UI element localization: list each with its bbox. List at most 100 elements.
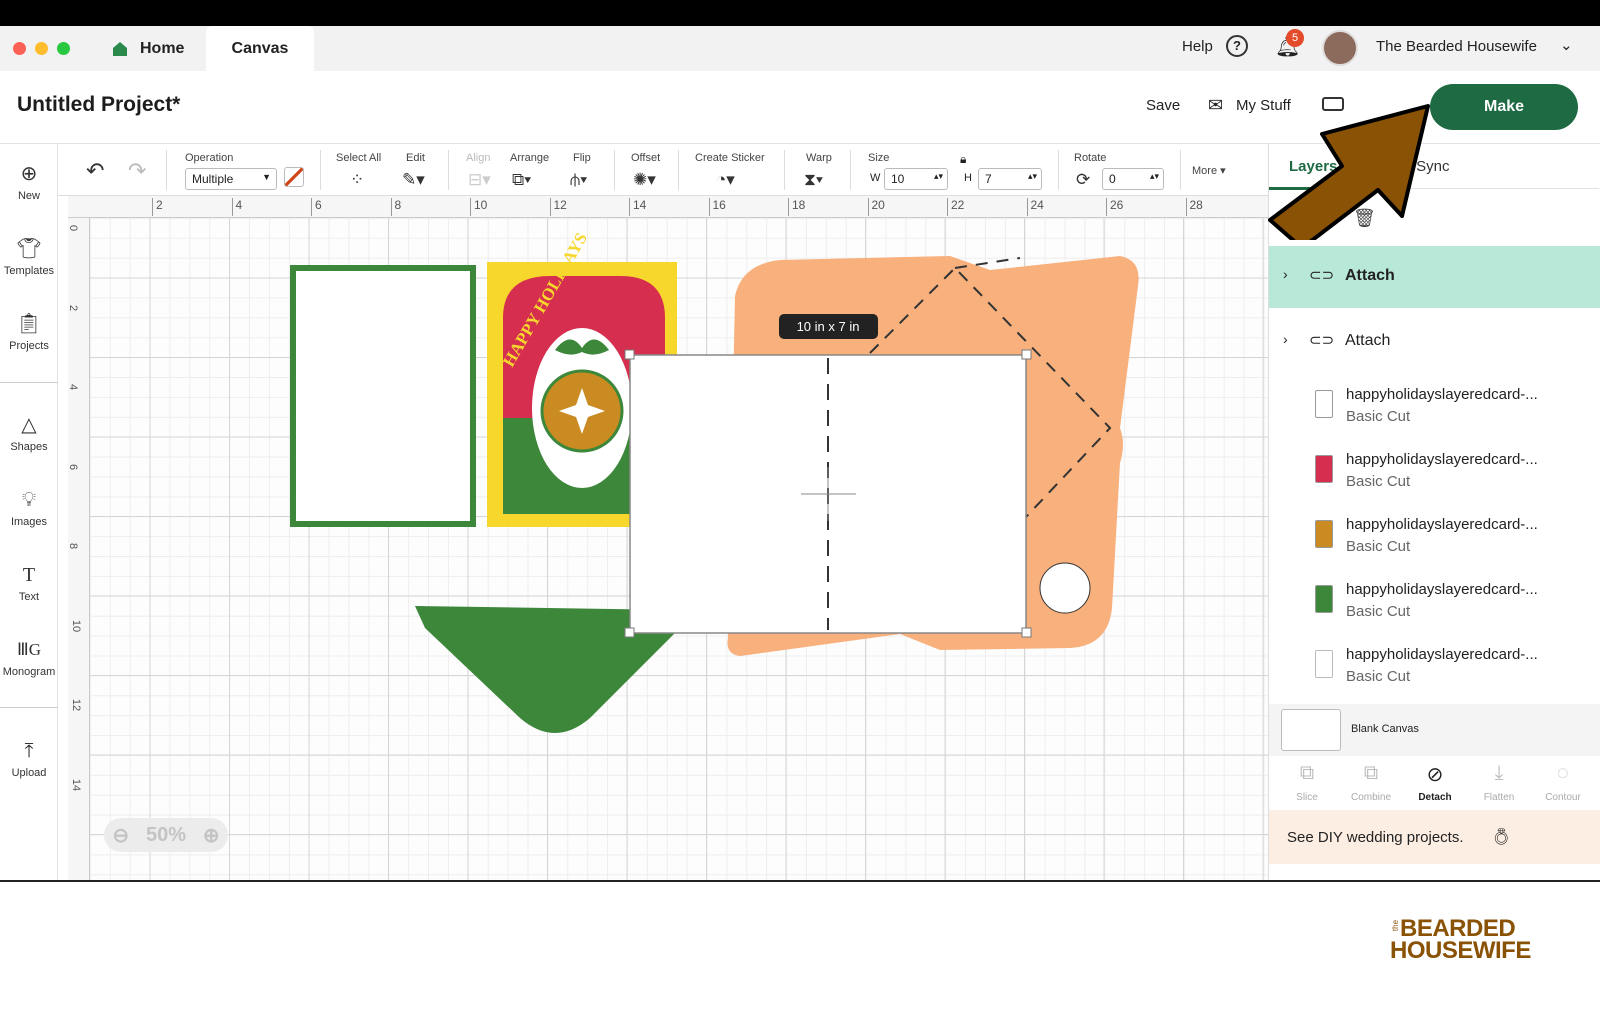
ruler-top-tick: 2 bbox=[152, 198, 163, 216]
flatten-icon[interactable]: ⤓ bbox=[1467, 762, 1531, 785]
undo-icon[interactable]: ↶ bbox=[86, 158, 104, 184]
chevron-down-icon[interactable]: ⌄ bbox=[1560, 36, 1573, 54]
redo-icon[interactable]: ↷ bbox=[128, 158, 146, 184]
zoom-in-icon[interactable]: ⊕ bbox=[203, 823, 220, 848]
help-link[interactable]: Help bbox=[1182, 38, 1213, 55]
layer-group-row[interactable]: › ⊂⊃ Attach bbox=[1269, 246, 1600, 308]
layer-thumbnail bbox=[1315, 390, 1333, 418]
warp-label: Warp bbox=[806, 152, 832, 164]
ruler-left-tick: 14 bbox=[70, 778, 83, 791]
offset-icon[interactable]: ✺▾ bbox=[633, 170, 656, 190]
sidebar-item-shapes[interactable]: △ Shapes bbox=[0, 413, 58, 453]
arrange-icon[interactable]: ⧉▾ bbox=[512, 170, 531, 190]
sidebar-item-images[interactable]: 💡︎ Images bbox=[0, 488, 58, 528]
tab-home[interactable]: Home bbox=[100, 26, 204, 71]
watermark-small: the bbox=[1391, 919, 1401, 932]
arrow-shape bbox=[1268, 104, 1430, 240]
operation-dropdown[interactable]: Multiple ▼ bbox=[185, 168, 277, 190]
blank-canvas-swatch[interactable] bbox=[1281, 709, 1341, 751]
zoom-level: 50% bbox=[145, 823, 187, 846]
layer-row[interactable]: happyholidayslayeredcard-... Basic Cut bbox=[1269, 514, 1600, 572]
rotate-icon: ⟳ bbox=[1076, 170, 1091, 189]
minimize-window-button[interactable] bbox=[35, 42, 48, 55]
stepper-icon[interactable]: ▴▾ bbox=[1150, 171, 1159, 182]
ruler-top-tick: 28 bbox=[1185, 198, 1203, 216]
zoom-out-icon[interactable]: ⊖ bbox=[112, 823, 129, 848]
rotate-input[interactable]: 0 ▴▾ bbox=[1102, 168, 1164, 190]
detach-button[interactable]: Detach bbox=[1403, 792, 1467, 803]
stepper-icon[interactable]: ▴▾ bbox=[934, 171, 943, 182]
combine-button[interactable]: Combine bbox=[1339, 792, 1403, 803]
tab-canvas[interactable]: Canvas bbox=[206, 26, 314, 71]
sidebar-item-projects[interactable]: 📋︎ Projects bbox=[0, 312, 58, 352]
select-all-icon[interactable]: ⁘ bbox=[350, 170, 364, 190]
align-icon[interactable]: ⊟▾ bbox=[468, 170, 491, 190]
layer-row[interactable]: happyholidayslayeredcard-... Basic Cut bbox=[1269, 384, 1600, 442]
layer-name: happyholidayslayeredcard-... bbox=[1346, 516, 1538, 533]
lightbulb-icon: 💡︎ bbox=[22, 489, 36, 511]
help-icon[interactable]: ? bbox=[1226, 35, 1248, 57]
layer-row[interactable]: happyholidayslayeredcard-... Basic Cut bbox=[1269, 449, 1600, 507]
width-input[interactable]: 10 ▴▾ bbox=[884, 168, 948, 190]
user-name[interactable]: The Bearded Housewife bbox=[1376, 38, 1537, 55]
tab-bar: Home Canvas Help ? 🔔︎ 5 The Bearded Hous… bbox=[0, 26, 1600, 71]
maximize-window-button[interactable] bbox=[57, 42, 70, 55]
home-icon bbox=[113, 41, 127, 56]
layer-row[interactable]: happyholidayslayeredcard-... Basic Cut bbox=[1269, 644, 1600, 702]
layer-name: happyholidayslayeredcard-... bbox=[1346, 451, 1538, 468]
slice-icon[interactable]: ⧉ bbox=[1275, 762, 1339, 785]
ruler-top-tick: 4 bbox=[231, 198, 242, 216]
design-canvas[interactable]: HAPPY HOLIDAYS 10 in x 7 in bbox=[90, 218, 1268, 880]
flatten-button[interactable]: Flatten bbox=[1467, 792, 1531, 803]
more-button[interactable]: More ▾ bbox=[1192, 164, 1226, 177]
sidebar-item-new[interactable]: ⊕ New bbox=[0, 162, 58, 202]
layer-ops-bar: ⧉ Slice ⧉ Combine ⊘ Detach ⤓ Flatten ◌ C… bbox=[1269, 756, 1600, 806]
combine-icon[interactable]: ⧉ bbox=[1339, 762, 1403, 785]
width-value: 10 bbox=[891, 172, 905, 186]
chevron-right-icon[interactable]: › bbox=[1283, 266, 1288, 282]
layer-thumbnail bbox=[1315, 520, 1333, 548]
contour-icon[interactable]: ◌ bbox=[1531, 762, 1595, 785]
layer-name: happyholidayslayeredcard-... bbox=[1346, 386, 1538, 403]
layer-row[interactable]: happyholidayslayeredcard-... Basic Cut bbox=[1269, 579, 1600, 637]
lock-icon[interactable]: 🔒︎ bbox=[960, 152, 966, 167]
stepper-icon[interactable]: ▴▾ bbox=[1028, 171, 1037, 182]
project-title[interactable]: Untitled Project* bbox=[17, 93, 180, 117]
sidebar-item-templates[interactable]: 👕︎ Templates bbox=[0, 237, 58, 277]
chevron-right-icon[interactable]: › bbox=[1283, 331, 1288, 347]
layer-group-row[interactable]: › ⊂⊃ Attach bbox=[1269, 314, 1600, 370]
create-sticker-label: Create Sticker bbox=[695, 152, 765, 164]
avatar[interactable] bbox=[1322, 30, 1358, 66]
window-top-bar bbox=[0, 0, 1600, 26]
edit-toolbar: ↶ ↷ Operation Multiple ▼ Select All ⁘ Edi… bbox=[58, 144, 1268, 196]
layer-operation: Basic Cut bbox=[1346, 668, 1411, 685]
detach-icon[interactable]: ⊘ bbox=[1403, 762, 1467, 787]
rings-icon: 💍︎ bbox=[1491, 829, 1512, 846]
contour-button[interactable]: Contour bbox=[1531, 792, 1595, 803]
height-input[interactable]: 7 ▴▾ bbox=[978, 168, 1042, 190]
pen-color-swatch[interactable] bbox=[284, 167, 304, 187]
flip-label: Flip bbox=[573, 152, 591, 164]
slice-button[interactable]: Slice bbox=[1275, 792, 1339, 803]
ruler-left-tick: 12 bbox=[70, 698, 83, 712]
shirt-icon: 👕︎ bbox=[16, 238, 42, 260]
ruler-left-tick: 2 bbox=[67, 304, 80, 311]
promo-banner[interactable]: See DIY wedding projects. 💍︎ bbox=[1269, 810, 1600, 864]
edit-pen-icon[interactable]: ✎▾ bbox=[402, 170, 425, 190]
make-button[interactable]: Make bbox=[1430, 84, 1578, 130]
flip-icon[interactable]: ⫛▾ bbox=[570, 170, 587, 190]
sidebar-item-upload[interactable]: ⤒ Upload bbox=[0, 739, 58, 779]
sidebar-item-text[interactable]: T Text bbox=[0, 563, 58, 603]
blank-canvas-row[interactable]: Blank Canvas bbox=[1269, 704, 1600, 756]
text-icon: T bbox=[22, 564, 36, 586]
warp-icon[interactable]: ⧗▾ bbox=[804, 170, 823, 190]
sticker-icon[interactable]: ◔▾ bbox=[716, 170, 735, 190]
save-button[interactable]: Save bbox=[1146, 97, 1180, 114]
size-tooltip: 10 in x 7 in bbox=[797, 319, 860, 334]
ruler-top-tick: 6 bbox=[311, 198, 322, 216]
sidebar-divider bbox=[0, 707, 58, 708]
shapes-icon: △ bbox=[21, 414, 37, 436]
sidebar-item-monogram[interactable]: ⅢG Monogram bbox=[0, 638, 58, 678]
close-window-button[interactable] bbox=[13, 42, 26, 55]
selection-handle bbox=[1021, 627, 1032, 638]
